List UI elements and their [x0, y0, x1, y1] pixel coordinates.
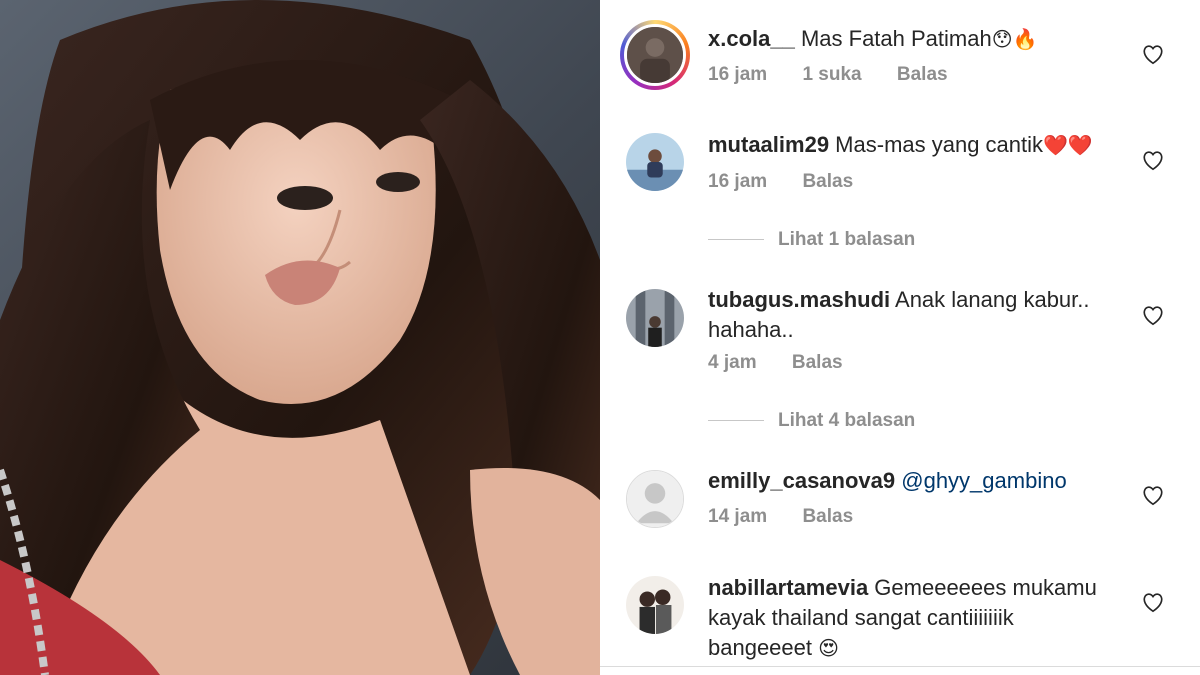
comment-text: x.cola__ Mas Fatah Patimah😯🔥: [708, 24, 1118, 55]
comment-username[interactable]: tubagus.mashudi: [708, 287, 890, 312]
avatar-photo: [627, 27, 683, 83]
comment-meta: 14 jam Balas: [708, 506, 883, 528]
replies-divider: [708, 239, 764, 241]
avatar-photo: [626, 289, 684, 347]
comment-text: tubagus.mashudi Anak lanang kabur.. haha…: [708, 285, 1118, 345]
comment-username[interactable]: mutaalim29: [708, 132, 829, 157]
view-replies-button[interactable]: Lihat 1 balasan: [708, 229, 915, 251]
comment-emoji: ❤️❤️: [1043, 135, 1093, 157]
user-avatar[interactable]: [620, 20, 690, 90]
comment-emoji: 😍: [818, 638, 839, 660]
heart-icon[interactable]: [1142, 592, 1164, 614]
view-replies-label: Lihat 4 balasan: [778, 410, 916, 431]
comment-time: 16 jam: [708, 64, 768, 85]
comment-likes[interactable]: 1 suka: [802, 64, 861, 85]
heart-icon[interactable]: [1142, 150, 1164, 172]
replies-divider: [708, 420, 764, 422]
user-avatar[interactable]: [626, 576, 684, 634]
comment-emoji: 😯🔥: [991, 29, 1038, 51]
comment-username[interactable]: x.cola__: [708, 26, 795, 51]
comment-time: 14 jam: [708, 506, 768, 527]
comment-username[interactable]: emilly_casanova9: [708, 468, 895, 493]
comment-text: mutaalim29 Mas-mas yang cantik❤️❤️: [708, 130, 1118, 161]
user-avatar[interactable]: [626, 470, 684, 528]
heart-icon[interactable]: [1142, 305, 1164, 327]
comment-time: 4 jam: [708, 352, 757, 373]
heart-icon[interactable]: [1142, 485, 1164, 507]
comment-username[interactable]: nabillartamevia: [708, 575, 868, 600]
reply-button[interactable]: Balas: [897, 64, 948, 85]
heart-icon[interactable]: [1142, 44, 1164, 66]
avatar-photo: [626, 133, 684, 191]
comment-body: Mas-mas yang cantik: [829, 132, 1044, 157]
reply-button[interactable]: Balas: [802, 506, 853, 527]
comment-meta: 16 jam Balas: [708, 171, 883, 193]
avatar-photo: [626, 576, 684, 634]
user-avatar[interactable]: [626, 289, 684, 347]
comment-mention[interactable]: @ghyy_gambino: [895, 468, 1066, 493]
default-avatar-icon: [627, 471, 683, 527]
reply-button[interactable]: Balas: [802, 171, 853, 192]
post-photo: [0, 0, 600, 675]
comment-body: Mas Fatah Patimah: [794, 26, 992, 51]
comments-panel: x.cola__ Mas Fatah Patimah😯🔥 16 jam 1 su…: [600, 0, 1200, 675]
view-replies-label: Lihat 1 balasan: [778, 229, 916, 250]
user-avatar[interactable]: [626, 133, 684, 191]
comment-time: 16 jam: [708, 171, 768, 192]
reply-button[interactable]: Balas: [792, 352, 843, 373]
view-replies-button[interactable]: Lihat 4 balasan: [708, 410, 915, 432]
comment-meta: 16 jam 1 suka Balas: [708, 64, 978, 86]
comment-meta: 4 jam Balas: [708, 352, 873, 374]
divider: [600, 666, 1200, 667]
comment-text: nabillartamevia Gemeeeeees mukamu kayak …: [708, 573, 1118, 664]
comment-text: emilly_casanova9 @ghyy_gambino: [708, 466, 1118, 496]
portrait-illustration: [0, 0, 600, 675]
